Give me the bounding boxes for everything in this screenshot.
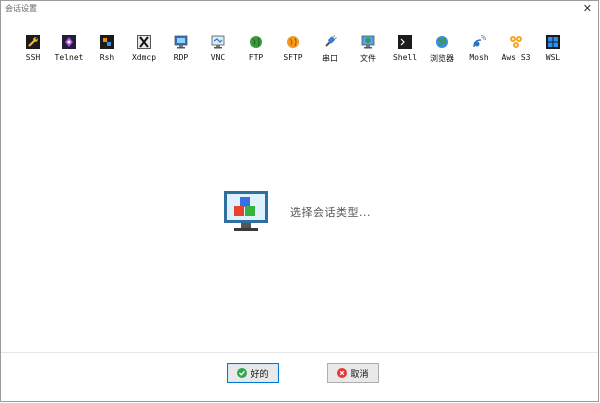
session-browser-button[interactable]: 浏览器	[424, 31, 460, 69]
session-vnc-button[interactable]: VNC	[200, 31, 236, 69]
ok-button-label: 好的	[250, 369, 269, 380]
x-icon	[137, 35, 151, 49]
session-shell-label: Shell	[392, 53, 418, 62]
check-circle-icon	[237, 368, 248, 378]
ok-button[interactable]: 好的	[227, 363, 279, 383]
file-monitor-icon	[361, 35, 375, 49]
session-serial-label: 串口	[322, 54, 338, 63]
session-rsh-label: Rsh	[99, 53, 115, 62]
session-ftp-button[interactable]: FTP	[238, 31, 274, 69]
remote-desktop-icon	[174, 35, 188, 49]
session-wsl-label: WSL	[545, 53, 561, 62]
session-sftp-button[interactable]: SFTP	[275, 31, 311, 69]
session-rdp-label: RDP	[173, 53, 189, 62]
session-file-button[interactable]: 文件	[350, 31, 386, 69]
session-file-label: 文件	[360, 54, 376, 63]
wrench-icon	[26, 35, 40, 49]
terminal-icon	[398, 35, 412, 49]
vnc-monitor-icon	[211, 35, 225, 49]
session-vnc-label: VNC	[210, 53, 226, 62]
session-aws-s3-label: Aws S3	[501, 53, 531, 62]
session-xdmcp-label: Xdmcp	[131, 53, 157, 62]
session-ssh-button[interactable]: SSH	[15, 31, 51, 69]
session-type-toolbar: SSH Telnet Rsh Xdmcp RDP VNC FTP SFTP 串口…	[1, 31, 598, 71]
ftp-globe-icon	[250, 36, 262, 48]
session-xdmcp-button[interactable]: Xdmcp	[126, 31, 162, 69]
session-mosh-button[interactable]: Mosh	[461, 31, 497, 69]
session-aws-s3-button[interactable]: Aws S3	[498, 31, 534, 69]
session-telnet-button[interactable]: Telnet	[51, 31, 87, 69]
satellite-icon	[473, 35, 486, 48]
title-bar: 会话设置 ✕	[1, 1, 598, 19]
windows-icon	[546, 35, 560, 49]
session-mosh-label: Mosh	[469, 53, 489, 62]
sftp-globe-icon	[287, 36, 299, 48]
session-wsl-button[interactable]: WSL	[535, 31, 571, 69]
session-placeholder: 选择会话类型...	[223, 189, 371, 235]
session-browser-label: 浏览器	[430, 54, 454, 63]
session-settings-window: 会话设置 ✕ SSH Telnet Rsh Xdmcp RDP VNC FTP …	[0, 0, 599, 402]
close-icon[interactable]: ✕	[583, 2, 592, 16]
cancel-button-label: 取消	[350, 369, 369, 380]
serial-plug-icon	[325, 35, 337, 47]
session-rsh-button[interactable]: Rsh	[89, 31, 125, 69]
footer-divider	[1, 352, 598, 353]
rsh-icon	[100, 35, 114, 49]
session-rdp-button[interactable]: RDP	[163, 31, 199, 69]
select-session-type-text: 选择会话类型...	[290, 206, 371, 219]
session-ssh-label: SSH	[25, 53, 41, 62]
session-shell-button[interactable]: Shell	[387, 31, 423, 69]
session-sftp-label: SFTP	[283, 53, 303, 62]
session-telnet-label: Telnet	[54, 53, 84, 62]
cancel-circle-icon	[337, 368, 348, 378]
window-title: 会话设置	[5, 4, 37, 13]
session-ftp-label: FTP	[248, 53, 264, 62]
cancel-button[interactable]: 取消	[327, 363, 379, 383]
browser-globe-icon	[436, 36, 448, 48]
aws-cubes-icon	[510, 36, 522, 48]
session-serial-button[interactable]: 串口	[312, 31, 348, 69]
session-type-monitor-icon	[224, 191, 268, 231]
telnet-icon	[62, 35, 76, 49]
